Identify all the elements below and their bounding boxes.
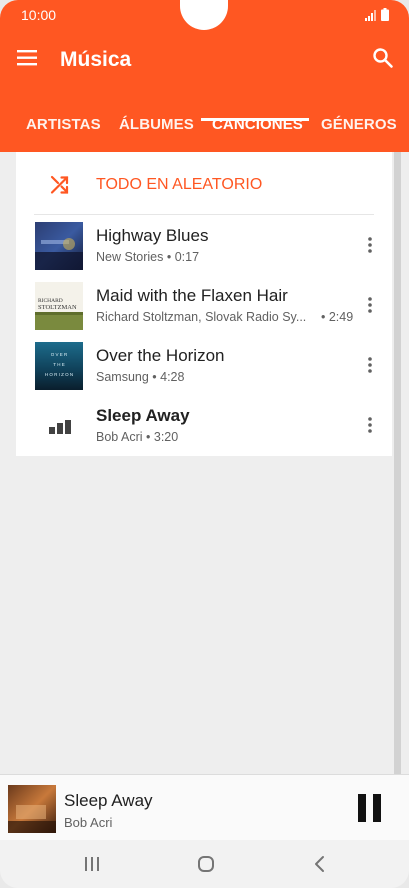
- song-subtitle: New Stories • 0:17: [96, 250, 200, 264]
- tab-bar: ARTISTAS ÁLBUMES CANCIONES GÉNEROS: [0, 110, 409, 152]
- song-row-maid-with-the-flaxen-hair[interactable]: RICHARD STOLTZMAN Maid with the Flaxen H…: [16, 274, 392, 334]
- song-title: Over the Horizon: [96, 346, 225, 365]
- album-art-highway-blues: [35, 222, 83, 270]
- search-icon[interactable]: [371, 46, 395, 70]
- shuffle-all-button[interactable]: TODO EN ALEATORIO: [16, 152, 392, 214]
- tab-artistas[interactable]: ARTISTAS: [26, 116, 101, 133]
- music-app-screen: 10:00 Música ARTISTAS ÁLBUMES CANCIONES …: [0, 0, 409, 888]
- more-options-icon[interactable]: [365, 416, 375, 434]
- signal-icon: [365, 10, 376, 21]
- home-icon[interactable]: [197, 855, 215, 873]
- song-title: Highway Blues: [96, 226, 209, 245]
- page-title: Música: [60, 48, 132, 71]
- pause-icon[interactable]: [357, 793, 383, 823]
- status-icons: [365, 8, 389, 21]
- status-bar: 10:00: [0, 0, 409, 30]
- tab-albumes[interactable]: ÁLBUMES: [119, 116, 194, 133]
- mini-player[interactable]: Sleep Away Bob Acri: [0, 774, 409, 841]
- song-subtitle: Samsung • 4:28: [96, 370, 185, 384]
- song-list-card: TODO EN ALEATORIO Highway Blues New Stor…: [16, 152, 392, 456]
- camera-notch: [180, 0, 228, 30]
- art-text-line-2: T H E: [53, 362, 64, 367]
- song-subtitle: Bob Acri • 3:20: [96, 430, 179, 444]
- song-row-over-the-horizon[interactable]: O V E R T H E H O R I Z O N Over the Hor…: [16, 334, 392, 394]
- now-playing-artist: Bob Acri: [64, 815, 113, 830]
- art-text-line-2: STOLTZMAN: [38, 304, 77, 311]
- song-row-sleep-away[interactable]: Sleep Away Bob Acri • 3:20: [16, 394, 392, 454]
- recent-apps-icon[interactable]: [84, 856, 100, 872]
- song-subtitle: Richard Stoltzman, Slovak Radio Sy...: [96, 310, 306, 324]
- shuffle-icon: [50, 175, 69, 194]
- app-bar: Música ARTISTAS ÁLBUMES CANCIONES GÉNERO…: [0, 30, 409, 152]
- now-playing-album-art: [8, 785, 56, 833]
- menu-icon[interactable]: [17, 49, 39, 67]
- shuffle-label: TODO EN ALEATORIO: [96, 176, 263, 193]
- selected-tab-indicator: [201, 118, 309, 121]
- album-art-richard-stoltzman: RICHARD STOLTZMAN: [35, 282, 83, 330]
- art-text-line-3: H O R I Z O N: [45, 372, 73, 377]
- song-artist: Richard Stoltzman, Slovak Radio Sy...: [96, 310, 307, 324]
- back-icon[interactable]: [313, 855, 325, 873]
- more-options-icon[interactable]: [365, 296, 375, 314]
- scrollbar[interactable]: [394, 152, 401, 774]
- equalizer-icon: [49, 420, 71, 434]
- battery-icon: [381, 8, 389, 21]
- system-navigation-bar: [0, 840, 409, 888]
- status-time: 10:00: [21, 7, 57, 23]
- song-title: Sleep Away: [96, 406, 190, 425]
- tab-generos[interactable]: GÉNEROS: [321, 116, 397, 133]
- album-art-over-the-horizon: O V E R T H E H O R I Z O N: [35, 342, 83, 390]
- song-duration: • 2:49: [321, 310, 354, 324]
- more-options-icon[interactable]: [365, 236, 375, 254]
- now-playing-title: Sleep Away: [64, 791, 153, 810]
- song-title: Maid with the Flaxen Hair: [96, 286, 288, 305]
- song-row-highway-blues[interactable]: Highway Blues New Stories • 0:17: [16, 214, 392, 274]
- more-options-icon[interactable]: [365, 356, 375, 374]
- art-text-line-1: O V E R: [51, 352, 68, 357]
